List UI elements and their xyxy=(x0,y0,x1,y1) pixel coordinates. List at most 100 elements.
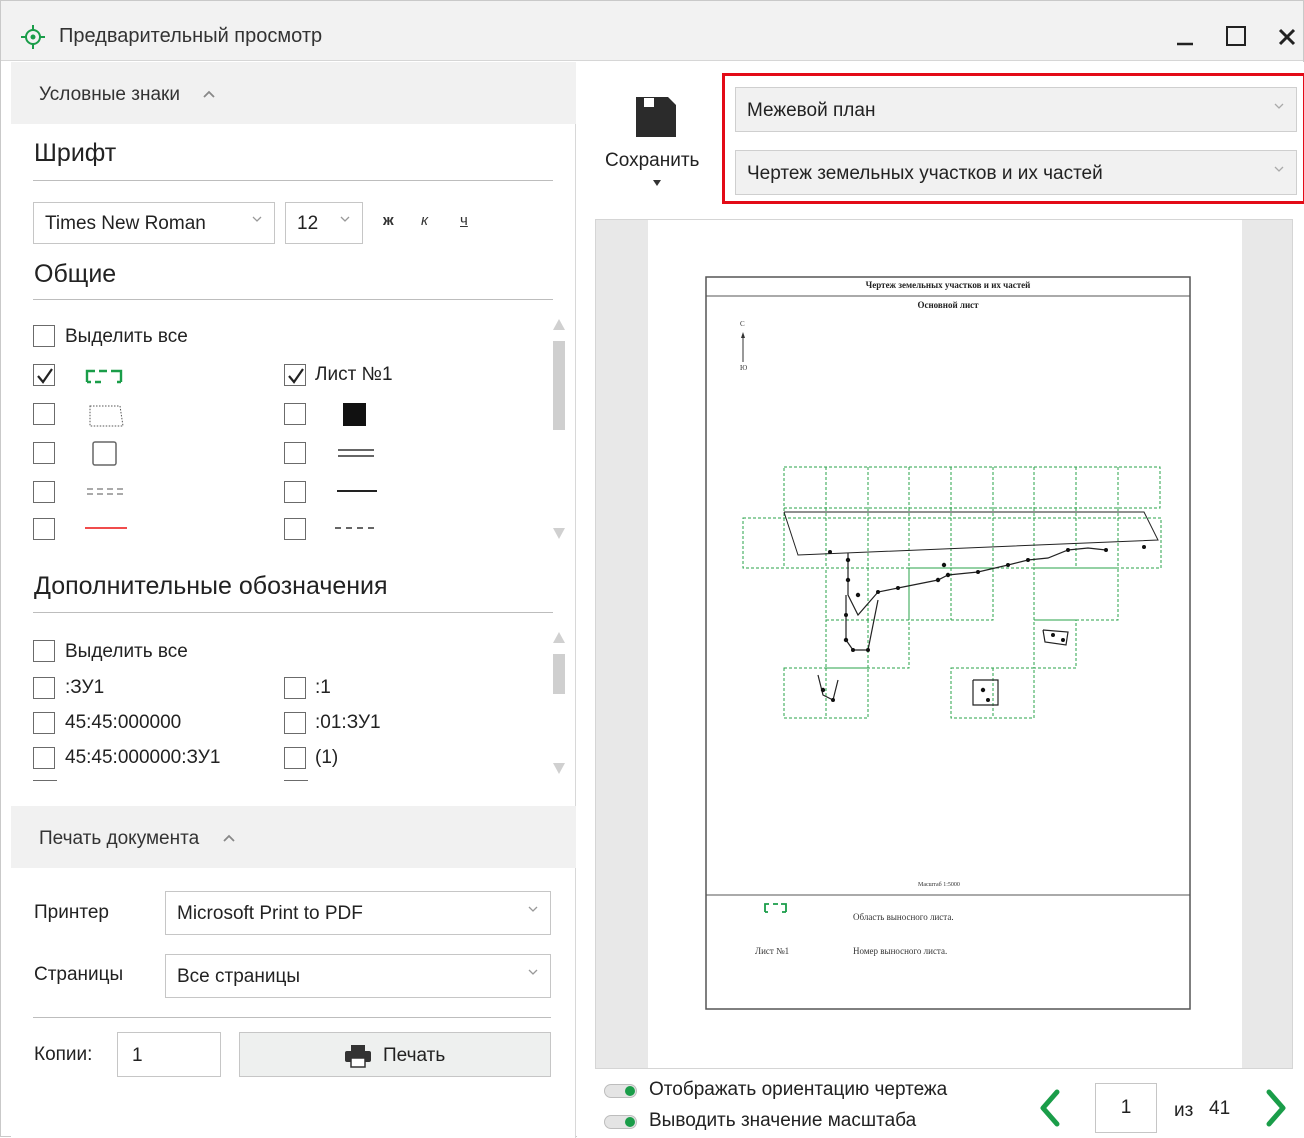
font-heading: Шрифт xyxy=(34,139,117,167)
window-title: Предварительный просмотр xyxy=(59,25,323,47)
chevron-up-icon xyxy=(203,90,215,98)
extra-heading: Дополнительные обозначения xyxy=(34,572,388,600)
printer-icon xyxy=(345,1045,371,1068)
previous-page-icon[interactable] xyxy=(1035,1088,1065,1128)
symbol-checkbox[interactable] xyxy=(33,403,55,425)
symbol-checkbox[interactable] xyxy=(284,403,306,425)
chevron-down-icon xyxy=(528,969,538,975)
extra-item-label: 45:45:000000:ЗУ1 xyxy=(65,747,221,768)
symbol-checkbox[interactable] xyxy=(33,518,55,540)
sheet-label-checkbox[interactable] xyxy=(284,364,306,386)
pages-select[interactable]: Все страницы xyxy=(165,954,551,998)
red-line-symbol-icon xyxy=(85,527,127,529)
scroll-up-icon[interactable] xyxy=(552,317,566,331)
document-type-value: Межевой план xyxy=(747,100,876,121)
chevron-up-icon xyxy=(223,834,235,842)
select-all-checkbox[interactable] xyxy=(33,325,55,347)
minimize-button[interactable] xyxy=(1167,17,1203,53)
extra-item-checkbox[interactable] xyxy=(33,677,55,699)
maximize-icon xyxy=(1226,26,1246,46)
preview-panel: Сохранить Межевой план Чертеж земельных … xyxy=(577,62,1304,1138)
extra-item-label: :01:ЗУ1 xyxy=(315,712,381,733)
printer-label: Принтер xyxy=(34,902,109,923)
legend-section-header[interactable]: Условные знаки xyxy=(11,62,576,124)
copies-input[interactable]: 1 xyxy=(117,1032,221,1077)
extra-item-checkbox[interactable] xyxy=(284,747,306,769)
divider xyxy=(33,299,553,300)
dashed-line-symbol-icon xyxy=(335,527,379,529)
save-button-label: Сохранить xyxy=(605,150,700,171)
save-button[interactable]: Сохранить xyxy=(597,90,715,200)
preview-page-title: Чертеж земельных участков и их частей xyxy=(865,280,1031,290)
symbol-checkbox[interactable] xyxy=(33,481,55,503)
extra-scrollbar[interactable] xyxy=(552,630,566,778)
sheet-area-symbol-icon xyxy=(85,369,123,384)
symbol-checkbox[interactable] xyxy=(284,442,306,464)
pages-label: Страницы xyxy=(34,964,124,985)
cut-off-checkbox xyxy=(33,780,57,781)
extra-item-label: 45:45:000000 xyxy=(65,712,182,733)
bold-button[interactable]: ж xyxy=(383,212,394,229)
maximize-button[interactable] xyxy=(1218,17,1254,53)
orientation-toggle-label: Отображать ориентацию чертежа xyxy=(649,1079,948,1100)
document-section-select[interactable]: Чертеж земельных участков и их частей xyxy=(735,150,1297,195)
scale-text: Масштаб 1:5000 xyxy=(918,882,960,888)
next-page-icon[interactable] xyxy=(1261,1088,1291,1128)
document-preview[interactable]: Чертеж земельных участков и их частей Ос… xyxy=(595,219,1293,1069)
minimize-icon xyxy=(1177,42,1193,46)
symbol-checkbox[interactable] xyxy=(33,364,55,386)
printer-select[interactable]: Microsoft Print to PDF xyxy=(165,891,551,935)
extra-select-all-label: Выделить все xyxy=(65,641,188,662)
chevron-down-icon xyxy=(528,906,538,912)
print-button[interactable]: Печать xyxy=(239,1032,551,1077)
font-family-value: Times New Roman xyxy=(45,213,206,234)
print-button-label: Печать xyxy=(383,1045,446,1066)
scroll-down-icon[interactable] xyxy=(552,762,566,776)
drawing-sheet xyxy=(705,276,1191,1010)
copies-label: Копии: xyxy=(34,1044,93,1065)
extra-item-label: :ЗУ1 xyxy=(65,677,105,698)
extra-item-checkbox[interactable] xyxy=(33,747,55,769)
extra-item-checkbox[interactable] xyxy=(284,677,306,699)
caret-down-icon xyxy=(653,180,661,186)
chevron-down-icon xyxy=(340,216,350,222)
legend-label-2: Лист №1 xyxy=(755,946,790,956)
extra-item-checkbox[interactable] xyxy=(33,712,55,734)
sheet-number-label: Лист №1 xyxy=(315,364,393,385)
general-scrollbar[interactable] xyxy=(552,317,566,542)
print-section-title: Печать документа xyxy=(39,828,200,849)
scroll-thumb[interactable] xyxy=(553,341,565,430)
symbol-checkbox[interactable] xyxy=(284,518,306,540)
scroll-down-icon[interactable] xyxy=(552,527,566,541)
chevron-down-icon xyxy=(1274,103,1284,109)
symbol-checkbox[interactable] xyxy=(33,442,55,464)
underline-button[interactable]: ч xyxy=(460,212,468,229)
scroll-up-icon[interactable] xyxy=(552,630,566,644)
save-icon xyxy=(636,97,676,137)
close-button[interactable] xyxy=(1269,17,1304,53)
of-label: из xyxy=(1174,1100,1194,1121)
orientation-toggle[interactable] xyxy=(604,1084,637,1098)
preview-window: Предварительный просмотр Условные знаки … xyxy=(0,0,1304,1138)
font-family-select[interactable]: Times New Roman xyxy=(33,202,275,244)
italic-button[interactable]: к xyxy=(421,212,428,229)
print-section-header[interactable]: Печать документа xyxy=(11,806,576,868)
app-logo-icon xyxy=(21,25,45,49)
copies-value: 1 xyxy=(132,1045,143,1066)
scroll-thumb[interactable] xyxy=(553,654,565,694)
solid-line-symbol-icon xyxy=(337,490,377,492)
scale-toggle[interactable] xyxy=(604,1115,637,1129)
dotted-area-symbol-icon xyxy=(89,405,124,427)
legend-section-title: Условные знаки xyxy=(39,84,180,105)
extra-select-all-checkbox[interactable] xyxy=(33,640,55,662)
extra-item-label: (1) xyxy=(315,747,339,768)
page-number-input[interactable]: 1 xyxy=(1095,1083,1157,1133)
toggle-knob xyxy=(625,1086,635,1096)
toggle-knob xyxy=(625,1117,635,1127)
font-size-select[interactable]: 12 xyxy=(285,202,363,244)
symbol-checkbox[interactable] xyxy=(284,481,306,503)
extra-item-checkbox[interactable] xyxy=(284,712,306,734)
document-type-select[interactable]: Межевой план xyxy=(735,87,1297,132)
printer-value: Microsoft Print to PDF xyxy=(177,903,363,924)
close-icon xyxy=(1278,28,1296,46)
